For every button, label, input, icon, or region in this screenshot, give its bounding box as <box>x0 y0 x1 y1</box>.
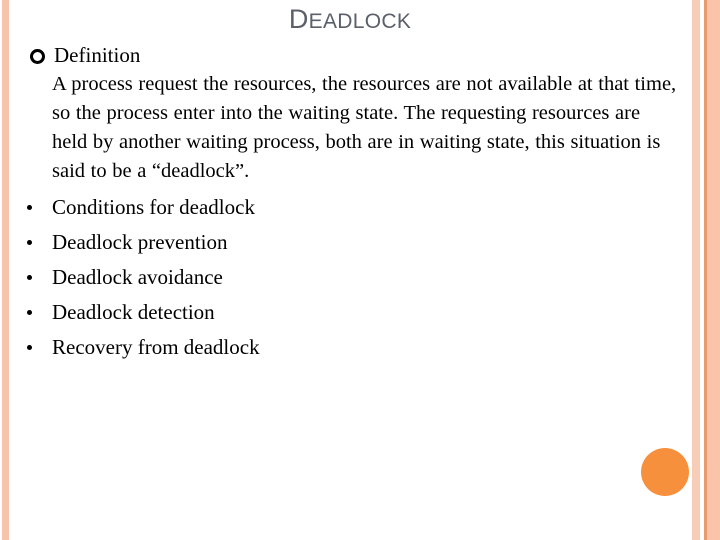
accent-circle-decoration <box>641 448 689 496</box>
right-border-stripe-inner <box>707 0 720 540</box>
list-item-label: Conditions for deadlock <box>52 195 255 219</box>
definition-paragraph: A process request the resources, the res… <box>52 73 677 182</box>
bullet-dot-icon <box>27 205 32 210</box>
bullet-dot-icon <box>27 345 32 350</box>
slide-title-remainder: EADLOCK <box>308 10 412 33</box>
list-item-label: Recovery from deadlock <box>52 335 260 359</box>
definition-heading: Definition <box>54 43 141 67</box>
bullet-dot-icon <box>27 240 32 245</box>
slide-content: Definition A process request the resourc… <box>0 40 700 365</box>
list-item-label: Deadlock prevention <box>52 230 228 254</box>
slide-title-initial: D <box>288 4 309 34</box>
ring-bullet-icon <box>30 49 45 64</box>
list-item: Deadlock prevention <box>0 225 700 260</box>
list-item: Deadlock avoidance <box>0 260 700 295</box>
topic-list: Conditions for deadlock Deadlock prevent… <box>0 190 700 365</box>
slide: DEADLOCK Definition A process request th… <box>0 0 720 540</box>
list-item: Conditions for deadlock <box>0 190 700 225</box>
definition-heading-row: Definition <box>0 40 700 70</box>
bullet-dot-icon <box>27 310 32 315</box>
list-item-label: Deadlock avoidance <box>52 265 223 289</box>
list-item: Recovery from deadlock <box>0 330 700 365</box>
list-item-label: Deadlock detection <box>52 300 215 324</box>
list-item: Deadlock detection <box>0 295 700 330</box>
bullet-dot-icon <box>27 275 32 280</box>
slide-title: DEADLOCK <box>0 4 700 37</box>
